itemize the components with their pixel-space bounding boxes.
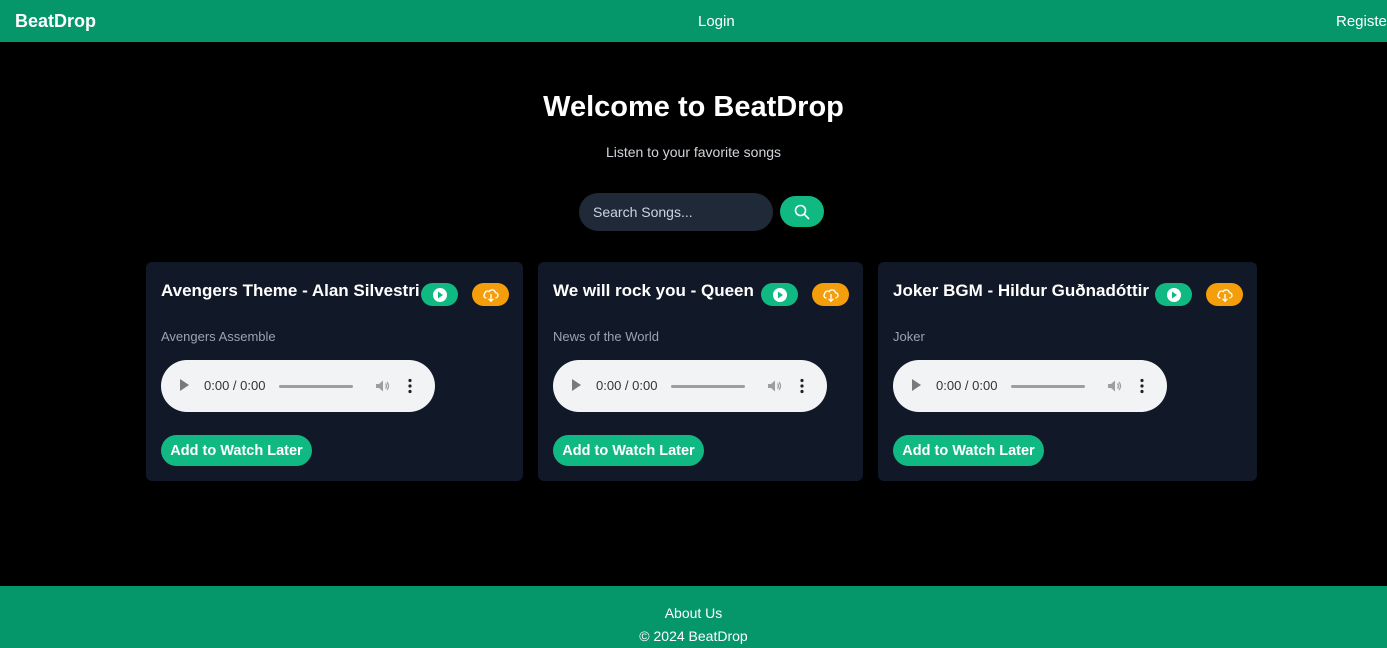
page-subtitle: Listen to your favorite songs [605, 144, 782, 160]
play-icon[interactable] [572, 379, 581, 391]
search-icon [794, 204, 810, 219]
cloud-download-icon [482, 288, 499, 302]
audio-time: 0:00 / 0:00 [936, 378, 998, 393]
toggle-icon [1166, 287, 1181, 302]
add-to-watch-later-button[interactable]: Add to Watch Later [161, 435, 312, 466]
add-to-watch-later-button[interactable]: Add to Watch Later [553, 435, 704, 466]
toggle-icon [772, 287, 787, 302]
audio-time: 0:00 / 0:00 [596, 378, 658, 393]
song-title: Avengers Theme - Alan Silvestri [161, 281, 420, 300]
audio-player: 0:00 / 0:00 [161, 360, 435, 412]
download-button[interactable] [1206, 283, 1243, 306]
volume-icon[interactable] [374, 377, 392, 395]
song-album: Avengers Assemble [161, 329, 276, 344]
search-input[interactable] [579, 193, 773, 231]
song-title: Joker BGM - Hildur Guðnadóttir [893, 281, 1149, 300]
theme-toggle-button[interactable] [421, 283, 458, 306]
theme-toggle-button[interactable] [1155, 283, 1192, 306]
navbar: BeatDrop Login Register [0, 0, 1387, 42]
about-us-link[interactable]: About Us [0, 605, 1387, 621]
audio-player: 0:00 / 0:00 [553, 360, 827, 412]
brand-logo[interactable]: BeatDrop [15, 11, 96, 32]
footer: About Us © 2024 BeatDrop [0, 586, 1387, 648]
cloud-download-icon [822, 288, 839, 302]
search-button[interactable] [780, 196, 824, 227]
toggle-icon [432, 287, 447, 302]
download-button[interactable] [472, 283, 509, 306]
audio-progress-slider[interactable] [671, 385, 745, 388]
register-link[interactable]: Register [1336, 13, 1387, 30]
add-to-watch-later-button[interactable]: Add to Watch Later [893, 435, 1044, 466]
cloud-download-icon [1216, 288, 1233, 302]
song-card: Avengers Theme - Alan Silvestri Avengers… [146, 262, 523, 481]
play-icon[interactable] [912, 379, 921, 391]
more-options-icon[interactable] [1139, 377, 1145, 395]
audio-progress-slider[interactable] [1011, 385, 1085, 388]
song-card: We will rock you - Queen News of the Wor… [538, 262, 863, 481]
copyright-text: © 2024 BeatDrop [639, 628, 748, 644]
audio-progress-slider[interactable] [279, 385, 353, 388]
song-title: We will rock you - Queen [553, 281, 754, 300]
audio-time: 0:00 / 0:00 [204, 378, 266, 393]
song-card: Joker BGM - Hildur Guðnadóttir Joker 0:0… [878, 262, 1257, 481]
audio-player: 0:00 / 0:00 [893, 360, 1167, 412]
more-options-icon[interactable] [799, 377, 805, 395]
more-options-icon[interactable] [407, 377, 413, 395]
volume-icon[interactable] [1106, 377, 1124, 395]
page-title: Welcome to BeatDrop [543, 91, 844, 123]
theme-toggle-button[interactable] [761, 283, 798, 306]
download-button[interactable] [812, 283, 849, 306]
song-album: Joker [893, 329, 925, 344]
song-album: News of the World [553, 329, 659, 344]
volume-icon[interactable] [766, 377, 784, 395]
play-icon[interactable] [180, 379, 189, 391]
login-link[interactable]: Login [698, 13, 735, 30]
